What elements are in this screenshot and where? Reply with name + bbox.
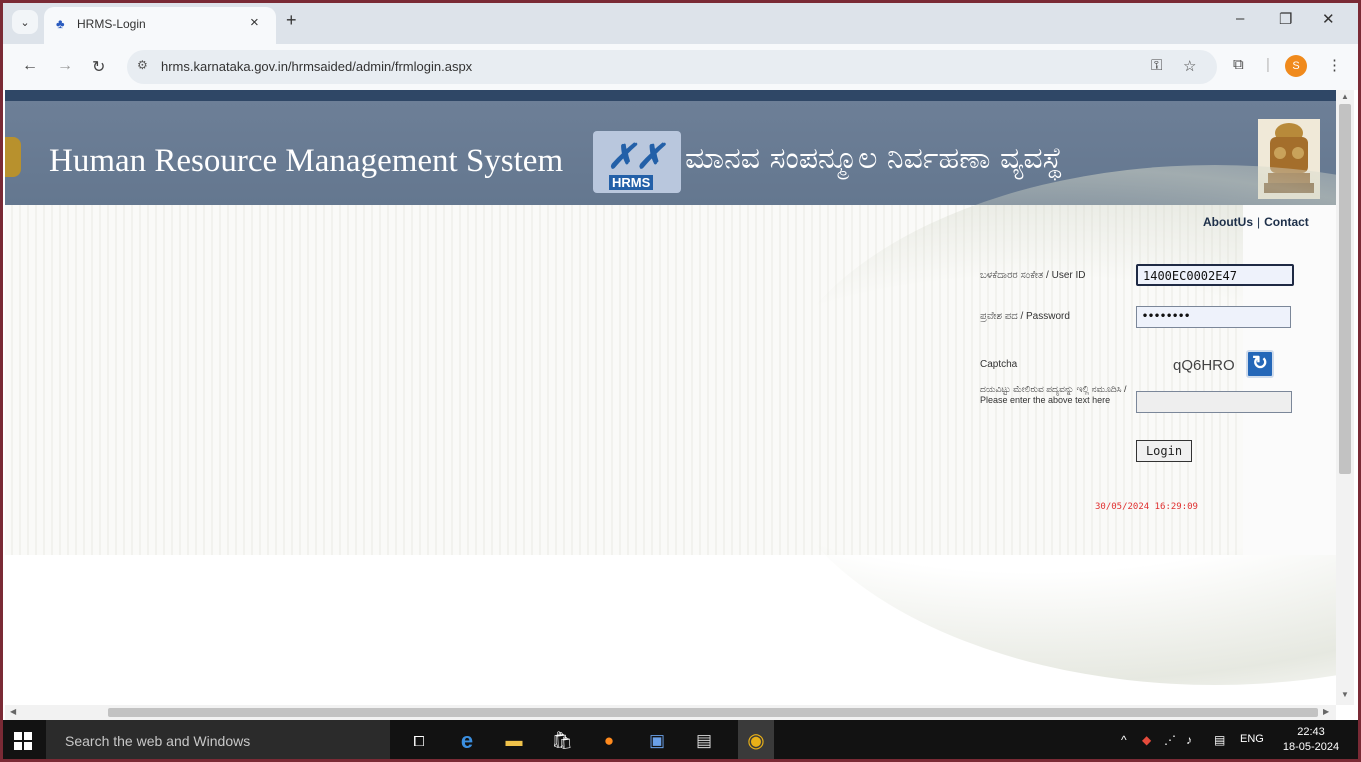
minimize-icon[interactable]: –	[1236, 10, 1244, 27]
clock-date: 18-05-2024	[1282, 741, 1340, 753]
back-icon[interactable]: ←	[22, 57, 38, 75]
app-window-icon[interactable]: ▣	[645, 729, 669, 753]
captcha-input[interactable]	[1136, 391, 1292, 413]
refresh-captcha-icon[interactable]: ↻	[1246, 350, 1274, 378]
horizontal-scrollbar[interactable]: ◀ ▶	[5, 705, 1336, 720]
network-icon[interactable]: ⋰	[1164, 733, 1176, 747]
chrome-taskbar-slot[interactable]: ◉	[738, 720, 774, 762]
toolbar-divider: |	[1266, 56, 1270, 73]
windows-taskbar: Search the web and Windows ⧠ e ▬ 🛍 ● ▣ ▤…	[0, 720, 1361, 762]
site-info-icon[interactable]: ⚙	[137, 58, 148, 72]
url-text[interactable]: hrms.karnataka.gov.in/hrmsaided/admin/fr…	[161, 59, 472, 74]
close-tab-icon[interactable]: ×	[250, 14, 259, 31]
clock-time: 22:43	[1297, 726, 1325, 738]
close-window-icon[interactable]: ✕	[1322, 10, 1335, 28]
store-icon[interactable]: 🛍	[550, 729, 574, 753]
right-gutter	[1243, 205, 1336, 555]
server-datetime: 30/05/2024 16:29:09	[1095, 502, 1198, 512]
address-bar[interactable]: ⚙ hrms.karnataka.gov.in/hrmsaided/admin/…	[127, 50, 1217, 84]
browser-toolbar: ← → ↻ ⚙ hrms.karnataka.gov.in/hrmsaided/…	[0, 44, 1361, 90]
windows-start-icon[interactable]	[14, 732, 32, 750]
scroll-down-icon[interactable]: ▼	[1341, 690, 1349, 699]
task-view-icon[interactable]: ⧠	[407, 729, 431, 753]
taskbar-search-box[interactable]: Search the web and Windows	[46, 720, 390, 762]
tab-title: HRMS-Login	[77, 17, 146, 31]
menu-dots-icon[interactable]: ⋮	[1327, 56, 1342, 74]
user-id-label: ಬಳಕೆದಾರರ ಸಂಕೇತ / User ID	[980, 270, 1086, 281]
firefox-icon[interactable]: ●	[597, 729, 621, 753]
browser-tab[interactable]: ♣ HRMS-Login ×	[44, 7, 276, 44]
new-tab-icon[interactable]: +	[286, 10, 297, 31]
edge-browser-icon[interactable]: e	[455, 729, 479, 753]
web-page: Human Resource Management System ✗✗ HRMS…	[5, 90, 1336, 705]
restore-icon[interactable]: ❐	[1279, 10, 1292, 28]
scroll-up-icon[interactable]: ▲	[1341, 92, 1349, 101]
about-us-link[interactable]: AboutUs	[1203, 215, 1253, 229]
password-input[interactable]: ••••••••	[1136, 306, 1291, 328]
banner-title: Human Resource Management System	[49, 143, 564, 179]
captcha-code: qQ6HRO	[1173, 357, 1235, 374]
banner-left-emblem-fragment	[5, 137, 21, 177]
action-center-icon[interactable]: ▤	[1214, 733, 1225, 747]
hrms-favicon-icon: ♣	[56, 16, 65, 31]
taskbar-search-placeholder: Search the web and Windows	[65, 733, 251, 749]
scroll-left-icon[interactable]: ◀	[10, 707, 16, 716]
top-links: AboutUs | Contact	[1203, 215, 1309, 229]
hrms-logo-mark-icon: ✗✗	[607, 139, 664, 176]
vertical-scrollbar[interactable]: ▲ ▼	[1336, 90, 1354, 705]
login-button[interactable]: Login	[1136, 440, 1192, 462]
banner-kannada-title: ಮಾನವ ಸಂಪನ್ಮೂಲ ನಿರ್ವಹಣಾ ವ್ಯವಸ್ಥೆ	[685, 141, 1063, 176]
captcha-prompt-label: ದಯವಿಟ್ಟು ಮೇಲಿರುವ ಪದ್ಯವನ್ನು ಇಲ್ಲಿ ನಮೂದಿಸಿ…	[980, 384, 1127, 405]
language-indicator[interactable]: ENG	[1240, 733, 1264, 745]
tray-app-icon[interactable]: ◆	[1142, 733, 1151, 747]
tray-overflow-icon[interactable]: ^	[1121, 733, 1127, 747]
tab-search-dropdown-icon[interactable]: ⌄	[12, 10, 38, 34]
forward-icon[interactable]: →	[57, 57, 73, 75]
header-strip	[5, 90, 1336, 101]
user-id-input[interactable]: 1400EC0002E47	[1136, 264, 1294, 286]
password-label: ಪ್ರವೇಶ ಪದ / Password	[980, 311, 1070, 322]
chrome-icon[interactable]: ◉	[744, 729, 768, 753]
password-key-icon[interactable]: ⚿	[1151, 57, 1162, 74]
browser-tab-bar: ⌄ ♣ HRMS-Login × + – ❐ ✕	[0, 0, 1361, 44]
captcha-label: Captcha	[980, 359, 1018, 370]
vertical-scroll-thumb[interactable]	[1339, 104, 1351, 474]
link-separator: |	[1257, 215, 1261, 229]
reload-icon[interactable]: ↻	[92, 57, 105, 77]
horizontal-scroll-thumb[interactable]	[108, 708, 1318, 717]
scroll-right-icon[interactable]: ▶	[1323, 707, 1329, 716]
volume-icon[interactable]: ♪	[1186, 733, 1192, 747]
contact-link[interactable]: Contact	[1264, 215, 1309, 229]
bookmark-star-icon[interactable]: ☆	[1183, 57, 1196, 75]
hrms-logo-text: HRMS	[609, 175, 654, 190]
extensions-icon[interactable]: ⧉	[1233, 56, 1244, 73]
hrms-logo: ✗✗ HRMS	[593, 131, 681, 193]
profile-avatar[interactable]: S	[1285, 55, 1307, 77]
login-background	[5, 165, 1336, 685]
taskbar-clock[interactable]: 22:43 18-05-2024	[1276, 725, 1346, 755]
spreadsheet-app-icon[interactable]: ▤	[692, 729, 716, 753]
file-explorer-icon[interactable]: ▬	[502, 729, 526, 753]
